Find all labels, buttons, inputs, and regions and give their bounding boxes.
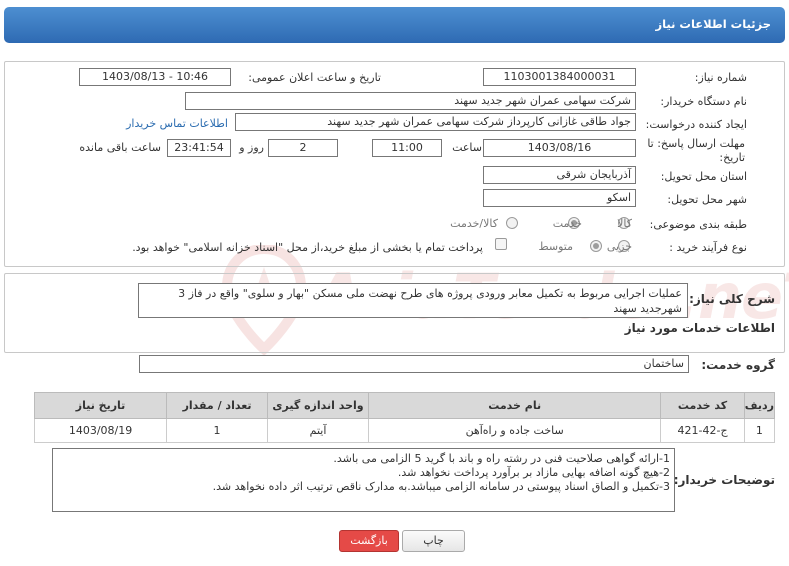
announce-datetime-field: 1403/08/13 - 10:46 bbox=[79, 68, 231, 86]
col-unit-header: واحد اندازه گیری bbox=[267, 392, 370, 419]
cell-name: ساخت جاده و راه‌آهن bbox=[368, 418, 662, 443]
cell-code: ج-42-421 bbox=[660, 418, 745, 443]
services-title: اطلاعات خدمات مورد نیاز bbox=[624, 321, 775, 335]
treasury-note: پرداخت تمام یا بخشی از مبلغ خرید،از محل … bbox=[132, 241, 483, 254]
summary-label: شرح کلی نیاز: bbox=[689, 292, 775, 306]
buyer-note-line: 2-هیچ گونه اضافه بهایی مازاد بر برآورد پ… bbox=[397, 466, 670, 479]
buyer-org-label: نام دستگاه خریدار: bbox=[660, 95, 747, 108]
treasury-checkbox[interactable] bbox=[495, 238, 507, 250]
col-date-header: تاریخ نیاز bbox=[33, 392, 168, 419]
category-radio-goods-service[interactable] bbox=[506, 217, 518, 229]
cell-row: 1 bbox=[743, 418, 776, 443]
buyer-notes-label: توضیحات خریدار: bbox=[673, 473, 775, 487]
service-group-label: گروه خدمت: bbox=[701, 358, 775, 372]
page-header: جزئیات اطلاعات نیاز bbox=[4, 7, 785, 43]
category-option-service: خدمت bbox=[552, 217, 582, 230]
announce-datetime-label: تاریخ و ساعت اعلان عمومی: bbox=[248, 71, 381, 84]
province-field: آذربایجان شرقی bbox=[483, 166, 636, 184]
col-qty-header: تعداد / مقدار bbox=[166, 392, 269, 419]
city-field: اسکو bbox=[483, 189, 636, 207]
buyer-note-line: 1-ارائه گواهی صلاحیت فنی در رشته راه و ب… bbox=[333, 452, 670, 465]
col-row-header: ردیف bbox=[743, 392, 776, 419]
requester-field: جواد طاقی غازانی کارپرداز شرکت سهامی عمر… bbox=[235, 113, 636, 131]
buyer-note-line: 3-تکمیل و الصاق اسناد پیوستی در سامانه ا… bbox=[212, 480, 670, 493]
remaining-time-label: ساعت باقی مانده bbox=[79, 141, 161, 154]
deadline-time-field: 11:00 bbox=[372, 139, 442, 157]
buyer-contact-link[interactable]: اطلاعات تماس خریدار bbox=[126, 117, 228, 130]
city-label: شهر محل تحویل: bbox=[667, 193, 747, 206]
service-group-field: ساختمان bbox=[139, 355, 689, 373]
province-label: استان محل تحویل: bbox=[660, 170, 747, 183]
col-code-header: کد خدمت bbox=[660, 392, 745, 419]
deadline-days-label: روز و bbox=[239, 141, 264, 154]
deadline-label-line2: تاریخ: bbox=[719, 151, 745, 164]
buyer-org-field: شرکت سهامی عمران شهر جدید سهند bbox=[185, 92, 636, 110]
purchase-radio-medium[interactable] bbox=[590, 240, 602, 252]
services-table: ردیف کد خدمت نام خدمت واحد اندازه گیری ت… bbox=[33, 392, 776, 443]
cell-date: 1403/08/19 bbox=[33, 418, 168, 443]
purchase-type-label: نوع فرآیند خرید : bbox=[669, 241, 747, 254]
table-row[interactable]: 1 ج-42-421 ساخت جاده و راه‌آهن آیتم 1 14… bbox=[33, 418, 776, 443]
deadline-label-line1: مهلت ارسال پاسخ: تا bbox=[647, 137, 745, 150]
back-button[interactable]: بازگشت bbox=[339, 530, 399, 552]
print-button[interactable]: چاپ bbox=[402, 530, 465, 552]
need-number-field: 1103001384000031 bbox=[483, 68, 636, 86]
cell-qty: 1 bbox=[166, 418, 269, 443]
requester-label: ایجاد کننده درخواست: bbox=[645, 118, 747, 131]
summary-textarea[interactable]: عملیات اجرایی مربوط به تکمیل معابر ورودی… bbox=[138, 283, 688, 318]
category-option-goods: کالا bbox=[617, 217, 632, 230]
buyer-notes-textarea[interactable]: 1-ارائه گواهی صلاحیت فنی در رشته راه و ب… bbox=[52, 448, 675, 512]
deadline-time-label: ساعت bbox=[452, 141, 482, 154]
category-label: طبقه بندی موضوعی: bbox=[649, 218, 747, 231]
purchase-option-minor: جزیی bbox=[606, 240, 632, 253]
need-number-label: شماره نیاز: bbox=[694, 71, 747, 84]
category-option-goods-service: کالا/خدمت bbox=[450, 217, 498, 230]
page-title: جزئیات اطلاعات نیاز bbox=[655, 17, 771, 31]
deadline-date-field: 1403/08/16 bbox=[483, 139, 636, 157]
purchase-option-medium: متوسط bbox=[538, 240, 573, 253]
col-name-header: نام خدمت bbox=[368, 392, 662, 419]
remaining-time-field: 23:41:54 bbox=[167, 139, 231, 157]
table-header-row: ردیف کد خدمت نام خدمت واحد اندازه گیری ت… bbox=[33, 392, 776, 419]
deadline-days-field: 2 bbox=[268, 139, 338, 157]
cell-unit: آیتم bbox=[267, 418, 370, 443]
